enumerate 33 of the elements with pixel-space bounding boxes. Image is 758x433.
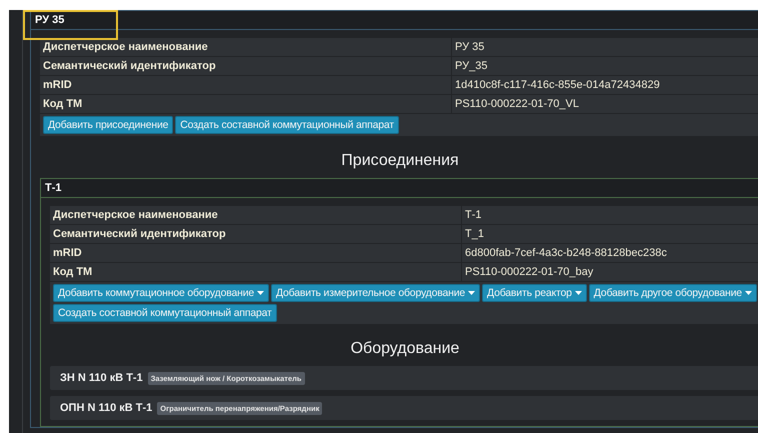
property-value: РУ 35 (452, 38, 758, 56)
panel-title[interactable]: Т-1 (45, 182, 62, 194)
property-label: Диспетчерское наименование (50, 206, 462, 224)
panel-title[interactable]: РУ 35 (35, 14, 64, 26)
property-value: 6d800fab-7cef-4a3c-b248-88128bec238c (462, 244, 758, 262)
property-label: mRID (40, 76, 452, 94)
caret-icon (468, 291, 476, 295)
action-button[interactable]: Добавить коммутационное оборудование (53, 284, 270, 302)
property-label: mRID (50, 244, 462, 262)
property-label: Семантический идентификатор (40, 56, 452, 76)
equipment-name: ОПН N 110 кВ Т-1 (60, 402, 152, 414)
property-label: Семантический идентификатор (50, 224, 462, 244)
action-button[interactable]: Добавить реактор (482, 284, 587, 302)
property-value: Т-1 (462, 206, 758, 224)
action-button[interactable]: Создать составной коммутационный аппарат (175, 116, 399, 134)
property-value: РУ_35 (452, 56, 758, 76)
action-button[interactable]: Добавить измерительное оборудование (271, 284, 480, 302)
caret-icon (257, 291, 264, 295)
property-value: PS110-000222-01-70_VL (452, 94, 758, 114)
section-heading: Оборудование (350, 340, 460, 358)
action-button[interactable]: Создать составной коммутационный аппарат (53, 304, 277, 322)
action-button[interactable]: Добавить другое оборудование (588, 284, 757, 302)
property-label: Диспетчерское наименование (40, 38, 452, 56)
equipment-name: ЗН N 110 кВ Т-1 (60, 372, 143, 384)
section-heading: Присоединения (340, 152, 460, 170)
property-value: 1d410c8f-c117-416c-855e-014a72434829 (452, 76, 758, 94)
action-button[interactable]: Добавить присоединение (43, 116, 174, 134)
property-label: Код ТМ (50, 262, 462, 282)
property-value: PS110-000222-01-70_bay (462, 262, 758, 282)
caret-icon (574, 291, 582, 295)
property-label: Код ТМ (40, 94, 452, 114)
caret-icon (744, 291, 752, 295)
property-value: Т_1 (462, 224, 758, 244)
